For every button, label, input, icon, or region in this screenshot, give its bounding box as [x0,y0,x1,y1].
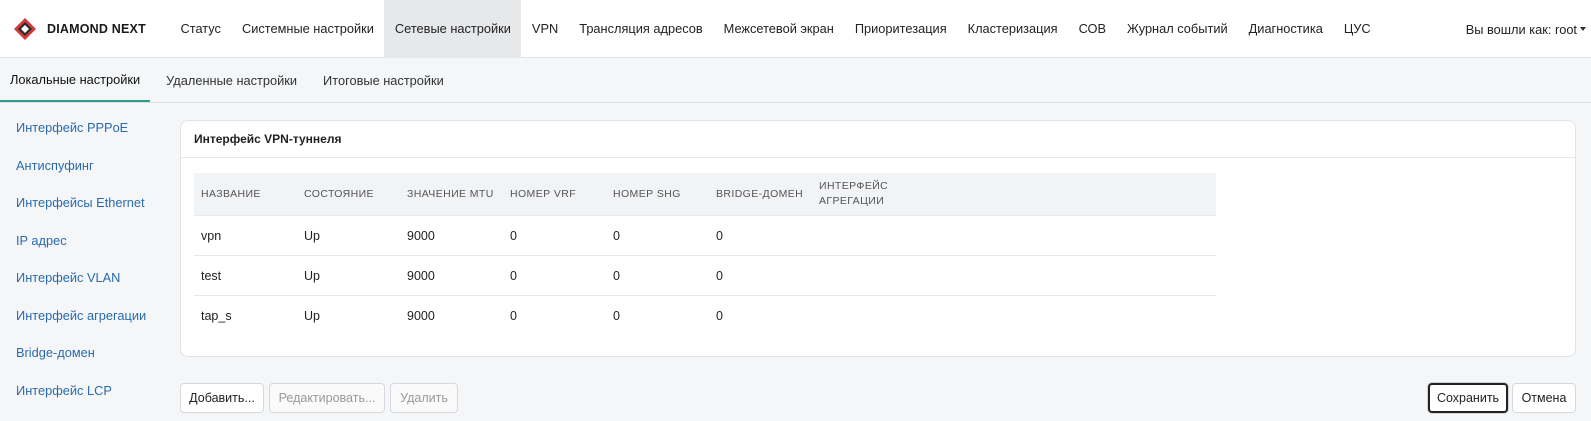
nav-nat[interactable]: Трансляция адресов [569,0,713,58]
nav-vpn[interactable]: VPN [521,0,568,58]
cell-shg: 0 [613,309,620,323]
cell-mtu: 9000 [407,309,435,323]
add-button[interactable]: Добавить... [180,383,264,413]
vpn-tunnel-panel: Интерфейс VPN-туннеля НАЗВАНИЕ СОСТОЯНИЕ… [180,120,1576,357]
nav-clustering[interactable]: Кластеризация [957,0,1068,58]
sidebar-item-pppoe[interactable]: Интерфейс PPPoE [0,109,170,147]
brand[interactable]: DIAMOND NEXT [0,17,170,41]
nav-status[interactable]: Статус [170,0,231,58]
tab-local-settings[interactable]: Локальные настройки [0,59,151,102]
cell-mtu: 9000 [407,268,435,283]
cell-bridge-domain: 0 [716,268,723,283]
tab-remote-settings[interactable]: Удаленные настройки [156,59,307,102]
settings-tabs: Локальные настройки Удаленные настройки … [0,59,1591,103]
edit-button[interactable]: Редактировать... [269,383,385,413]
cell-state: Up [304,268,320,283]
cell-name: tap_s [201,309,232,323]
column-header[interactable]: ИНТЕРФЕЙС АГРЕГАЦИИ [812,179,892,209]
interfaces-table: НАЗВАНИЕ СОСТОЯНИЕ ЗНАЧЕНИЕ MTU НОМЕР VR… [194,173,1216,336]
main-nav: Статус Системные настройки Сетевые настр… [170,0,1381,58]
nav-firewall[interactable]: Межсетевой экран [713,0,844,58]
column-header[interactable]: НАЗВАНИЕ [194,187,297,202]
nav-cus[interactable]: ЦУС [1333,0,1381,58]
delete-button[interactable]: Удалить [390,383,458,413]
cell-bridge-domain: 0 [716,309,723,323]
cancel-button[interactable]: Отмена [1512,383,1576,413]
sidebar-item-aggregation[interactable]: Интерфейс агрегации [0,297,170,335]
sidebar-item-vlan[interactable]: Интерфейс VLAN [0,259,170,297]
nav-network-settings[interactable]: Сетевые настройки [384,0,522,58]
column-header[interactable]: НОМЕР SHG [606,187,709,202]
table-row[interactable]: vpn Up 9000 0 0 0 [194,216,1216,256]
cell-name: vpn [201,228,222,243]
column-header[interactable]: НОМЕР VRF [503,187,606,202]
cell-vrf: 0 [510,309,517,323]
caret-down-icon [1580,27,1586,31]
top-navbar: DIAMOND NEXT Статус Системные настройки … [0,0,1591,58]
sidebar-item-ip-address[interactable]: IP адрес [0,222,170,260]
cell-state: Up [304,309,320,323]
brand-name: DIAMOND NEXT [47,21,146,36]
column-header[interactable]: BRIDGE-ДОМЕН [709,187,812,202]
nav-event-log[interactable]: Журнал событий [1117,0,1239,58]
cell-shg: 0 [613,228,620,243]
cell-vrf: 0 [510,228,517,243]
save-button[interactable]: Сохранить [1428,383,1508,413]
panel-title: Интерфейс VPN-туннеля [181,121,1575,158]
nav-prioritization[interactable]: Приоритезация [844,0,957,58]
sidebar-item-antispoofing[interactable]: Антиспуфинг [0,147,170,185]
sidebar-item-ethernet[interactable]: Интерфейсы Ethernet [0,184,170,222]
cell-bridge-domain: 0 [716,228,723,243]
table-header: НАЗВАНИЕ СОСТОЯНИЕ ЗНАЧЕНИЕ MTU НОМЕР VR… [194,173,1216,216]
nav-system-settings[interactable]: Системные настройки [231,0,384,58]
sidebar-item-bridge-domain[interactable]: Bridge-домен [0,334,170,372]
nav-diagnostics[interactable]: Диагностика [1238,0,1333,58]
cell-shg: 0 [613,268,620,283]
cell-state: Up [304,228,320,243]
table-row[interactable]: tap_s Up 9000 0 0 0 [194,296,1216,336]
column-header[interactable]: СОСТОЯНИЕ [297,187,400,202]
table-row[interactable]: test Up 9000 0 0 0 [194,256,1216,296]
cell-mtu: 9000 [407,228,435,243]
diamond-logo-icon [13,17,37,41]
tab-summary-settings[interactable]: Итоговые настройки [313,59,454,102]
sidebar-item-lcp[interactable]: Интерфейс LCP [0,372,170,410]
user-label: Вы вошли как: root [1465,21,1577,37]
sidebar: Интерфейс PPPoE Антиспуфинг Интерфейсы E… [0,104,170,409]
cell-name: test [201,268,222,283]
user-menu[interactable]: Вы вошли как: root [1466,0,1586,58]
nav-ids[interactable]: СОВ [1068,0,1116,58]
column-header[interactable]: ЗНАЧЕНИЕ MTU [400,187,503,202]
cell-vrf: 0 [510,268,517,283]
